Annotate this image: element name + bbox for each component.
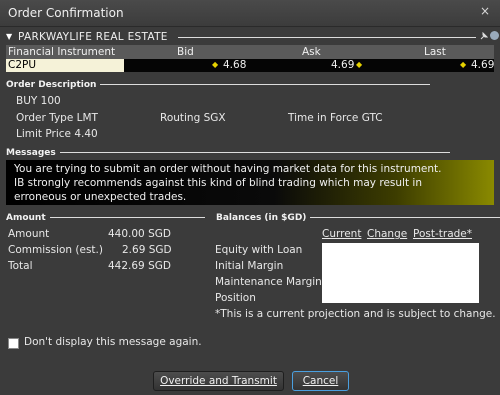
time-in-force: Time in Force GTC	[288, 112, 383, 124]
tick-dot-icon: ◆	[356, 60, 363, 69]
tick-dot-icon: ◆	[460, 60, 467, 69]
position-label: Position	[215, 292, 256, 304]
commission-value: 2.69 SGD	[122, 244, 172, 256]
balances-title: Balances (in $GD)	[216, 213, 307, 223]
section-divider	[100, 84, 431, 85]
balances-values-panel	[322, 243, 479, 303]
message-line: IB strongly recommends against this kind…	[14, 177, 422, 189]
dont-display-label[interactable]: Don't display this message again.	[24, 336, 202, 348]
bid-cell[interactable]: 4.68	[223, 59, 246, 71]
symbol-cell[interactable]: C2PU	[6, 59, 124, 72]
amount-header: Amount	[6, 213, 206, 223]
override-transmit-label: Override and Transmit	[160, 375, 277, 387]
section-divider	[59, 152, 450, 153]
order-description-title: Order Description	[6, 80, 97, 90]
quote-table-header: Financial Instrument Bid Ask Last	[6, 45, 494, 59]
instrument-divider	[178, 37, 476, 38]
balances-header: Balances (in $GD)	[216, 213, 500, 223]
tick-dot-icon: ◆	[212, 60, 219, 69]
column-header-ask: Ask	[302, 46, 321, 58]
order-description-header: Order Description	[6, 80, 494, 90]
globe-icon[interactable]	[490, 31, 499, 40]
amount-title: Amount	[6, 213, 46, 223]
pin-icon[interactable]	[480, 32, 488, 40]
tab-change[interactable]: Change	[367, 228, 407, 240]
warning-message-box: You are trying to submit an order withou…	[6, 160, 494, 205]
cancel-button[interactable]: Cancel	[292, 371, 349, 391]
column-header-instrument: Financial Instrument	[8, 46, 116, 58]
projection-note: *This is a current projection and is sub…	[215, 308, 496, 320]
instrument-header: ▼ PARKWAYLIFE REAL ESTATE	[6, 31, 499, 44]
maintenance-margin-label: Maintenance Margin	[215, 276, 322, 288]
dont-display-checkbox[interactable]	[8, 338, 19, 349]
last-cell[interactable]: 4.69	[471, 59, 494, 71]
column-header-last: Last	[424, 46, 446, 58]
routing: Routing SGX	[160, 112, 226, 124]
override-transmit-button[interactable]: Override and Transmit	[153, 371, 284, 391]
section-divider	[310, 217, 500, 218]
amount-label: Amount	[8, 228, 50, 240]
tab-post-trade[interactable]: Post-trade*	[413, 228, 472, 240]
instrument-name: PARKWAYLIFE REAL ESTATE	[18, 31, 168, 43]
messages-header: Messages	[6, 148, 494, 158]
message-line: You are trying to submit an order withou…	[14, 163, 442, 175]
initial-margin-label: Initial Margin	[215, 260, 284, 272]
quote-table-row[interactable]: C2PU ◆ 4.68 4.69 ◆ ◆ 4.69	[6, 59, 494, 72]
window-title: Order Confirmation	[8, 6, 124, 20]
total-value: 442.69 SGD	[108, 260, 171, 272]
limit-price: Limit Price 4.40	[16, 128, 98, 140]
column-header-bid: Bid	[177, 46, 194, 58]
ask-cell[interactable]: 4.69	[331, 59, 354, 71]
message-line: erroneous or unexpected trades.	[14, 191, 187, 203]
messages-title: Messages	[6, 148, 56, 158]
amount-value: 440.00 SGD	[108, 228, 171, 240]
tab-current[interactable]: Current	[322, 228, 361, 240]
collapse-triangle-icon[interactable]: ▼	[6, 32, 12, 41]
equity-with-loan-label: Equity with Loan	[215, 244, 303, 256]
commission-label: Commission (est.)	[8, 244, 103, 256]
cancel-label: Cancel	[302, 375, 339, 387]
section-divider	[49, 217, 205, 218]
close-icon[interactable]: ×	[476, 3, 494, 21]
total-label: Total	[8, 260, 33, 272]
order-action: BUY 100	[16, 95, 61, 107]
title-bar: Order Confirmation ×	[0, 0, 500, 27]
order-type: Order Type LMT	[16, 112, 98, 124]
